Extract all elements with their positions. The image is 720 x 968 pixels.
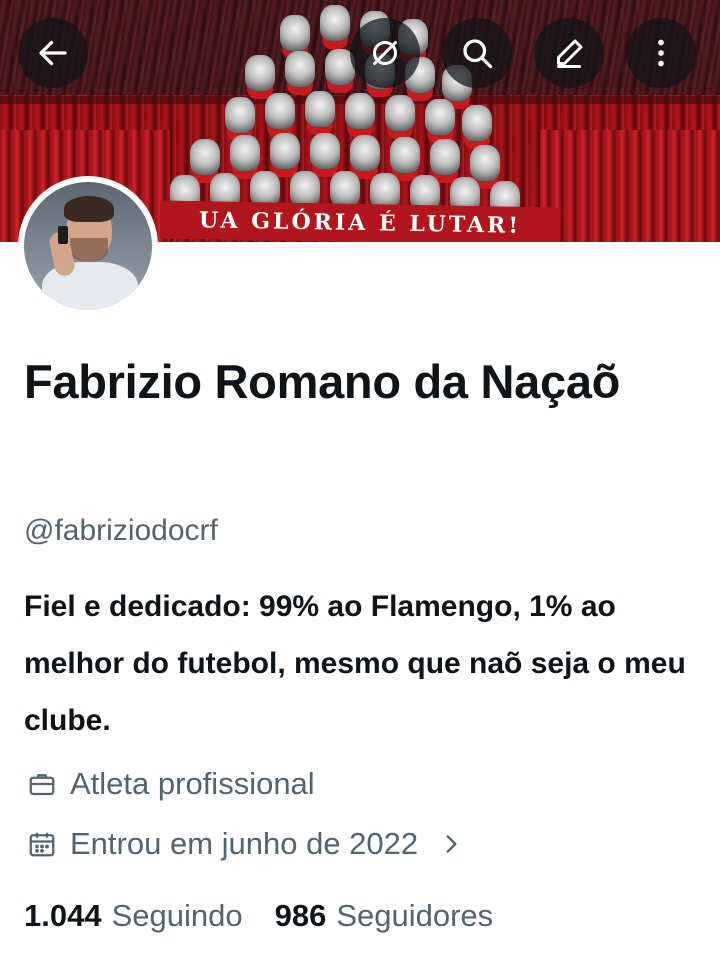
followers-count: 986 bbox=[274, 898, 327, 933]
banner-tifo-text: UA GLÓRIA É LUTAR! bbox=[159, 200, 561, 242]
banner-crowd-right bbox=[540, 130, 720, 242]
chevron-right-icon bbox=[438, 831, 464, 857]
follow-stats: 1.044 Seguindo 986 Seguidores bbox=[24, 898, 493, 934]
followers-label: Seguidores bbox=[336, 898, 494, 933]
profession-row: Atleta profissional bbox=[24, 766, 315, 802]
user-handle: @fabriziodocrf bbox=[24, 514, 218, 547]
following-count: 1.044 bbox=[24, 898, 102, 933]
display-name: Fabrizio Romano da Naçaõ bbox=[24, 355, 621, 408]
edit-button[interactable] bbox=[534, 18, 604, 88]
joined-text: Entrou em junho de 2022 bbox=[70, 826, 419, 861]
more-button[interactable] bbox=[626, 18, 696, 88]
search-button[interactable] bbox=[442, 18, 512, 88]
avatar[interactable] bbox=[18, 176, 158, 316]
translate-button[interactable] bbox=[350, 18, 420, 88]
following-link[interactable]: 1.044 Seguindo bbox=[24, 898, 243, 934]
calendar-icon bbox=[24, 826, 60, 862]
back-button[interactable] bbox=[18, 18, 88, 88]
joined-row[interactable]: Entrou em junho de 2022 bbox=[24, 826, 464, 862]
arrow-left-icon bbox=[39, 40, 67, 66]
briefcase-icon bbox=[24, 766, 60, 802]
following-label: Seguindo bbox=[111, 898, 243, 933]
bio-text: Fiel e dedicado: 99% ao Flamengo, 1% ao … bbox=[24, 590, 686, 737]
profile-page: UA GLÓRIA É LUTAR! Fabrizio Romano da Na… bbox=[0, 0, 720, 968]
more-vertical-icon bbox=[658, 39, 664, 67]
followers-link[interactable]: 986 Seguidores bbox=[275, 898, 494, 934]
avatar-image bbox=[24, 182, 152, 310]
pencil-icon bbox=[557, 39, 583, 68]
profession-text: Atleta profissional bbox=[70, 766, 315, 801]
search-icon bbox=[463, 39, 493, 69]
link-off-icon bbox=[373, 41, 397, 65]
